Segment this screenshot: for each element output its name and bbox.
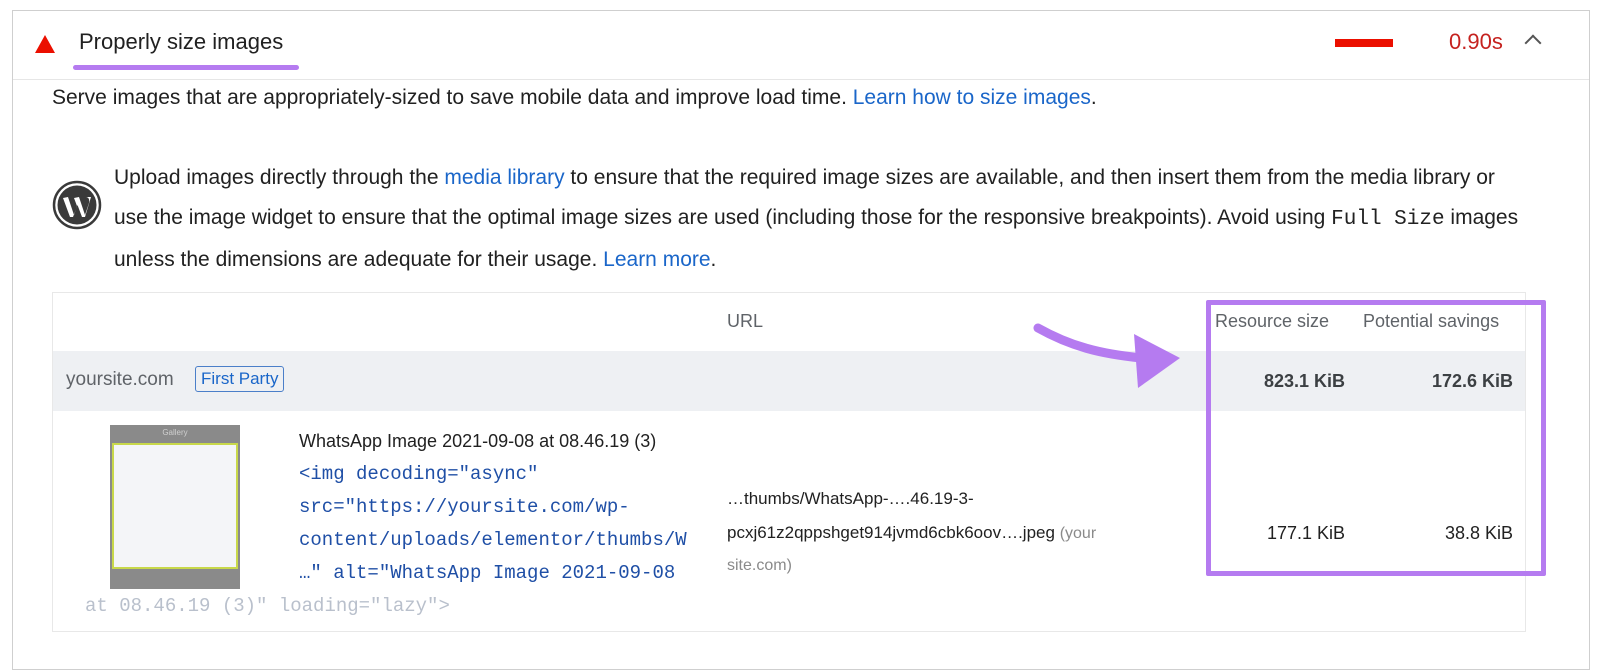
group-name: yoursite.com — [66, 369, 174, 390]
snippet-line: <img decoding="async" — [299, 463, 539, 485]
audit-savings-value: 0.90s — [1449, 29, 1503, 54]
resource-url-line2: pcxj61z2qppshget914jvmd6cbk6oov….jpeg (y… — [727, 523, 1097, 542]
url-column-header: URL — [727, 311, 764, 331]
thumbnail-label: Gallery — [162, 428, 188, 437]
first-party-badge: First Party — [195, 366, 285, 392]
resource-url-line1: …thumbs/WhatsApp-….46.19-3- — [727, 489, 974, 508]
audit-description: Serve images that are appropriately-size… — [52, 86, 1097, 109]
audit-header[interactable]: Properly size images 0.90s — [13, 11, 1589, 80]
title-underline-annotation — [73, 65, 299, 70]
fail-triangle-icon — [35, 35, 55, 53]
arrow-annotation-icon — [1033, 323, 1180, 388]
highlight-annotation-box — [1206, 300, 1546, 576]
snippet-line: src="https://yoursite.com/wp- — [299, 496, 630, 518]
snippet-line-faded: at 08.46.19 (3)" loading="lazy"> — [85, 595, 450, 617]
chevron-up-icon[interactable] — [1524, 34, 1542, 52]
snippet-line: content/uploads/elementor/thumbs/W — [299, 529, 687, 551]
full-size-code: Full Size — [1331, 208, 1445, 231]
snippet-line: …" alt="WhatsApp Image 2021-09-08 — [299, 562, 676, 584]
audit-title: Properly size images — [79, 29, 284, 54]
thumbnail-frame — [112, 443, 238, 569]
wordpress-icon — [52, 180, 102, 230]
learn-how-link[interactable]: Learn how to size images — [853, 86, 1091, 109]
learn-more-link[interactable]: Learn more — [603, 248, 710, 271]
media-library-link[interactable]: media library — [444, 166, 564, 189]
savings-bar — [1335, 39, 1393, 47]
resource-url-host: site.com) — [727, 557, 792, 574]
image-thumbnail[interactable]: Gallery — [110, 425, 240, 589]
image-name: WhatsApp Image 2021-09-08 at 08.46.19 (3… — [299, 431, 657, 451]
wordpress-tip: Upload images directly through the media… — [114, 166, 1519, 271]
